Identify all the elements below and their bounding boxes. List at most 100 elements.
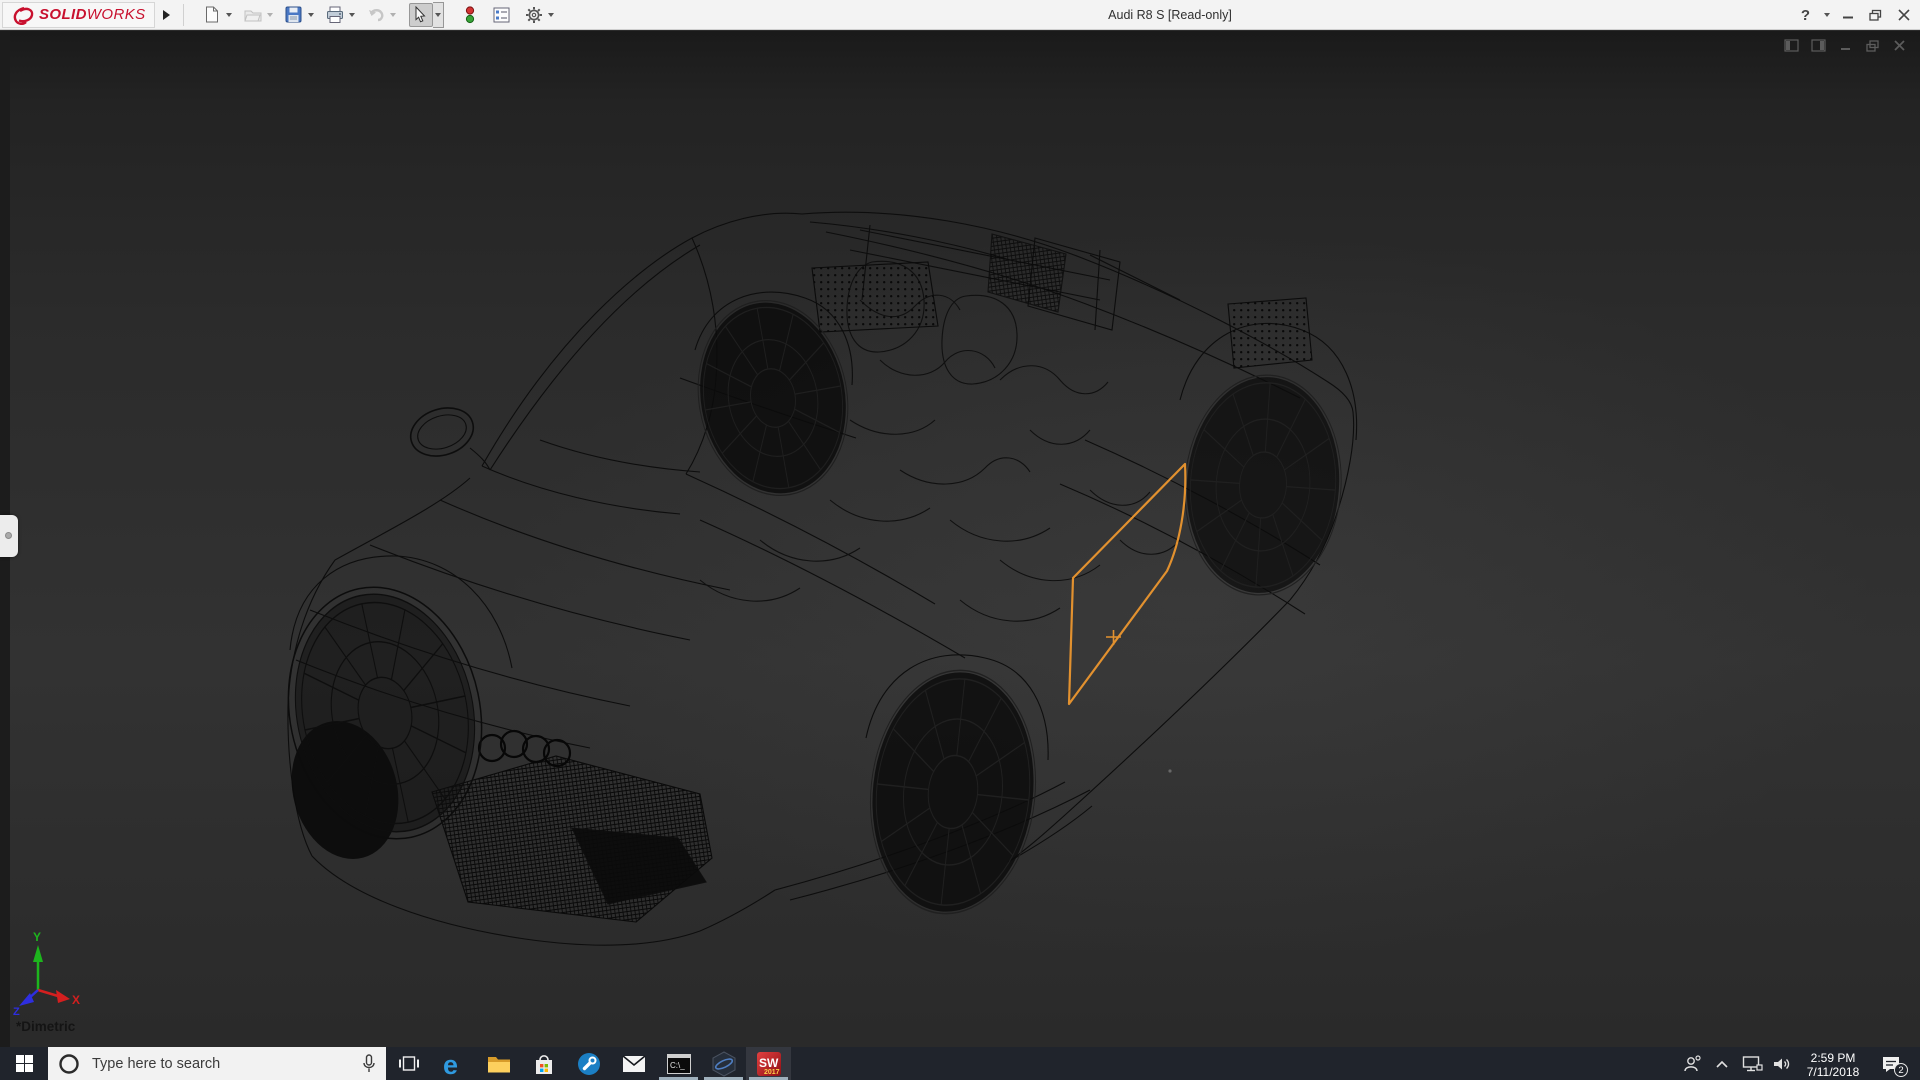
select-tool-button[interactable] [408,2,433,27]
svg-text:e: e [443,1051,458,1077]
undo-dropdown[interactable] [388,3,399,27]
store-icon [535,1054,552,1074]
toolbar-separator [182,3,184,26]
triad-z-label: Z [13,1006,20,1018]
screen: SOLIDWORKS Audi R8 S [Read-only] ? Y X Z… [0,0,1920,1080]
solidworks-2017-icon: SW 2017 [756,1051,781,1076]
new-document-dropdown[interactable] [224,3,235,27]
notification-badge: 2 [1894,1063,1908,1077]
triad-y-label: Y [33,930,41,944]
network-icon [1742,1055,1763,1071]
sw-letters: SW [759,1056,779,1070]
taskbar-tools-button[interactable] [566,1047,611,1080]
hidden-icons-button[interactable] [1707,1047,1737,1080]
chevron-up-icon [1716,1060,1728,1068]
taskbar-search[interactable] [48,1047,386,1080]
task-view-icon [398,1056,419,1071]
help-button[interactable]: ? [1793,2,1818,28]
command-prompt-icon: C:\_ [666,1053,691,1074]
main-toolbar [200,1,561,28]
print-dropdown[interactable] [347,3,358,27]
task-view-button[interactable] [386,1047,431,1080]
options-dropdown[interactable] [546,3,557,27]
car-wireframe-canvas[interactable]: Y X Z [0,31,1920,1047]
panel-pin-tab[interactable] [0,515,18,557]
solidworks-logo: SOLIDWORKS [2,1,155,28]
edge-icon: e [443,1051,458,1077]
wrench-circle-icon [577,1052,600,1075]
system-tray: 2:59 PM 7/11/2018 2 [1677,1047,1920,1080]
taskbar-mail-button[interactable] [611,1047,656,1080]
edrawings-icon [712,1050,735,1077]
taskbar-file-explorer-button[interactable] [476,1047,521,1080]
right-arrow-icon [163,9,171,20]
display-pane-button[interactable] [1810,38,1827,53]
open-dropdown[interactable] [265,3,276,27]
save-button[interactable] [282,3,306,27]
close-icon [1893,39,1905,51]
display-pane-icon [1811,39,1826,52]
clock-date: 7/11/2018 [1806,1064,1860,1079]
restore-button[interactable] [1863,2,1888,28]
restore-icon [1865,39,1879,52]
options-gear-icon [525,6,542,23]
title-bar: SOLIDWORKS Audi R8 S [Read-only] ? [0,0,1920,30]
clock-time: 2:59 PM [1810,1050,1856,1065]
cmd-prompt-text: C:\_ [670,1061,685,1070]
select-cursor-icon [415,6,426,23]
start-button[interactable] [0,1047,48,1080]
triad-x-label: X [72,993,80,1007]
windows-logo-icon [15,1055,33,1072]
undo-button[interactable] [364,3,388,27]
feature-pane-button[interactable] [1783,38,1800,53]
select-tool-dropdown[interactable] [432,1,444,28]
brand-bold: SOLID [39,6,87,23]
rebuild-button[interactable] [458,3,482,27]
microphone-icon[interactable] [362,1053,376,1074]
doc-close-button[interactable] [1891,38,1908,53]
graphics-area[interactable]: Y X Z *Dimetric [0,31,1920,1047]
cortana-icon [59,1053,79,1074]
save-dropdown[interactable] [306,3,317,27]
taskbar-store-button[interactable] [521,1047,566,1080]
taskbar-clock[interactable]: 2:59 PM 7/11/2018 [1797,1049,1869,1079]
new-document-icon [205,6,218,23]
window-title: Audi R8 S [Read-only] [1108,8,1232,22]
taskbar-edge-button[interactable]: e [431,1047,476,1080]
minimize-button[interactable] [1835,2,1860,28]
menu-flyout-button[interactable] [157,3,177,27]
taskbar-solidworks-button[interactable]: SW 2017 [746,1047,791,1080]
brand-light: WORKS [86,6,146,23]
window-controls: ? [1793,0,1916,30]
selection-highlight [1067,462,1187,706]
action-center-button[interactable]: 2 [1869,1047,1913,1080]
rebuild-traffic-light-icon [465,5,474,23]
file-properties-button[interactable] [490,3,514,27]
feature-pane-icon [1784,39,1799,52]
help-dropdown[interactable] [1821,3,1832,27]
taskbar-edrawings-button[interactable] [701,1047,746,1080]
pin-icon [5,532,12,539]
file-properties-icon [493,7,510,22]
taskbar-command-prompt-button[interactable]: C:\_ [656,1047,701,1080]
doc-minimize-button[interactable] [1837,38,1854,53]
close-button[interactable] [1891,2,1916,28]
volume-button[interactable] [1767,1047,1797,1080]
print-button[interactable] [323,3,347,27]
car-wireframe-model [266,211,1357,945]
doc-restore-button[interactable] [1864,38,1881,53]
open-icon [243,10,262,22]
minimize-icon [1840,47,1850,50]
windows-taskbar: e [0,1047,1920,1080]
open-button[interactable] [241,3,265,27]
new-document-button[interactable] [200,3,224,27]
orientation-triad: Y X Z [13,930,80,1018]
network-button[interactable] [1737,1047,1767,1080]
people-button[interactable] [1677,1047,1707,1080]
people-icon [1684,1054,1701,1071]
search-input[interactable] [90,1054,352,1073]
speaker-icon [1774,1058,1790,1069]
view-orientation-label: *Dimetric [16,1019,76,1034]
brand-text: SOLIDWORKS [39,6,146,23]
options-button[interactable] [522,3,546,27]
